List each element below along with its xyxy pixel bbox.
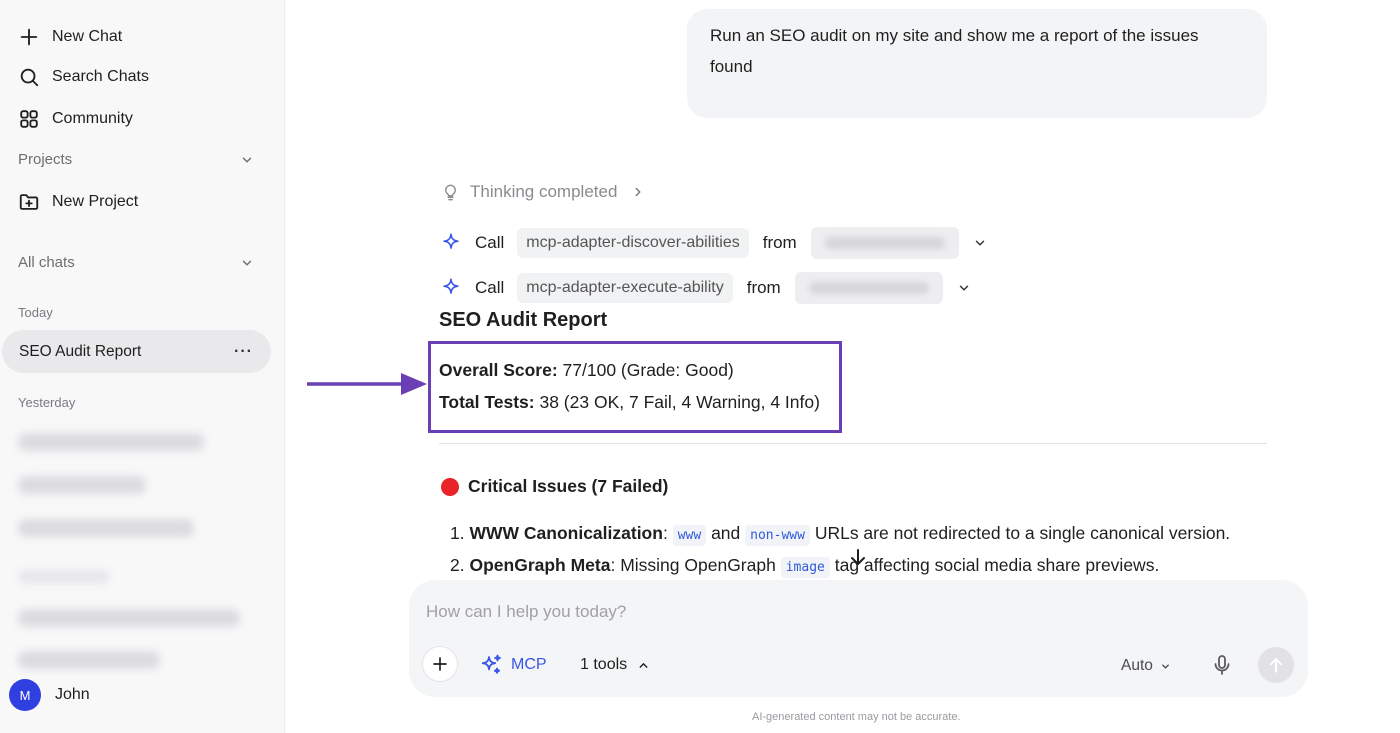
chat-more-button[interactable]: ··· <box>234 343 253 361</box>
user-name: John <box>55 686 90 703</box>
chat-item-active[interactable]: SEO Audit Report ··· <box>2 330 271 373</box>
mcp-label: MCP <box>511 656 547 673</box>
plus-icon <box>20 28 38 46</box>
list-item: 2. OpenGraph Meta: Missing OpenGraph ima… <box>450 555 1160 578</box>
new-chat-button[interactable]: New Chat <box>18 26 122 48</box>
report-title: SEO Audit Report <box>439 309 608 331</box>
call-from-label: from <box>746 278 781 297</box>
redacted-chat-item[interactable] <box>18 433 204 451</box>
sparkle-icon <box>443 278 459 294</box>
folder-plus-icon <box>19 194 39 210</box>
thinking-toggle[interactable]: Thinking completed <box>441 182 645 202</box>
yesterday-group-label: Yesterday <box>18 395 76 410</box>
new-chat-label: New Chat <box>52 28 123 45</box>
tools-dropdown[interactable]: 1 tools <box>580 656 650 674</box>
projects-label: Projects <box>18 151 73 168</box>
disclaimer: AI-generated content may not be accurate… <box>752 711 961 723</box>
redacted-server-chip <box>810 227 959 259</box>
issue-title: OpenGraph Meta <box>469 555 611 575</box>
chat-item-title: SEO Audit Report <box>19 342 142 360</box>
send-button[interactable] <box>1258 647 1294 683</box>
user-profile-button[interactable]: M John <box>9 679 90 711</box>
mcp-button[interactable]: MCP <box>479 653 547 677</box>
arrow-down-icon[interactable] <box>846 546 870 570</box>
message-input[interactable] <box>426 602 1026 622</box>
highlight-box <box>428 341 842 433</box>
tool-call-row[interactable]: Call mcp-adapter-execute-ability from <box>440 272 971 304</box>
new-project-button[interactable]: New Project <box>18 191 138 213</box>
issue-title: WWW Canonicalization <box>469 523 663 543</box>
today-group-label: Today <box>18 305 53 320</box>
sparkle-icon <box>481 654 501 674</box>
issue-text: : Missing OpenGraph <box>610 555 776 575</box>
attach-button[interactable] <box>422 646 458 682</box>
chevron-down-icon[interactable] <box>957 281 971 295</box>
inline-code: image <box>780 557 830 578</box>
mic-icon[interactable] <box>1210 653 1234 677</box>
call-from-label: from <box>762 233 797 252</box>
chevron-down-icon[interactable] <box>973 236 987 250</box>
tool-name-chip: mcp-adapter-discover-abilities <box>517 228 749 258</box>
community-button[interactable]: Community <box>18 108 133 130</box>
plus-icon <box>433 657 447 671</box>
composer: MCP 1 tools Auto <box>409 580 1308 697</box>
all-chats-section-toggle[interactable]: All chats <box>18 254 254 271</box>
list-number: 1. <box>450 523 465 543</box>
tool-call-row[interactable]: Call mcp-adapter-discover-abilities from <box>440 227 987 259</box>
thinking-label: Thinking completed <box>470 182 618 201</box>
critical-issues-label: Critical Issues (7 Failed) <box>468 476 669 496</box>
projects-section-toggle[interactable]: Projects <box>18 151 254 168</box>
chevron-down-icon <box>242 157 252 163</box>
sparkle-icon <box>443 233 459 249</box>
model-label: Auto <box>1121 657 1153 674</box>
issue-text: URLs are not redirected to a single cano… <box>814 523 1231 543</box>
arrow-up-icon <box>1270 658 1282 673</box>
chevron-down-icon <box>1161 663 1169 669</box>
new-project-label: New Project <box>52 193 139 210</box>
chevron-right-icon <box>636 187 642 197</box>
chevron-up-icon <box>639 662 648 668</box>
total-tests-label: Total Tests: <box>439 392 535 412</box>
search-chats-button[interactable]: Search Chats <box>18 66 149 88</box>
list-item: 1. WWW Canonicalization: www and non-www… <box>450 523 1231 546</box>
model-dropdown[interactable]: Auto <box>1121 657 1171 675</box>
tool-name-chip: mcp-adapter-execute-ability <box>517 273 733 303</box>
total-tests-line: Total Tests: 38 (23 OK, 7 Fail, 4 Warnin… <box>439 392 820 413</box>
redacted-chat-item[interactable] <box>18 519 194 537</box>
community-grid-icon <box>20 110 38 128</box>
overall-score-line: Overall Score: 77/100 (Grade: Good) <box>439 360 734 381</box>
sidebar: New Chat Search Chats Community Projects… <box>0 0 285 733</box>
list-number: 2. <box>450 555 465 575</box>
redacted-chat-item[interactable] <box>18 609 240 627</box>
redacted-server-chip <box>794 272 943 304</box>
redacted-chat-item[interactable] <box>18 651 160 669</box>
all-chats-label: All chats <box>18 254 75 271</box>
chevron-down-icon <box>242 260 252 266</box>
red-circle-icon <box>441 477 459 496</box>
community-label: Community <box>52 110 133 127</box>
inline-code: www <box>672 525 707 546</box>
search-icon <box>20 68 39 87</box>
redacted-group-label <box>18 570 110 584</box>
overall-score-value: 77/100 (Grade: Good) <box>562 360 734 380</box>
user-message-bubble: Run an SEO audit on my site and show me … <box>687 9 1267 118</box>
call-verb: Call <box>475 233 505 252</box>
total-tests-value: 38 (23 OK, 7 Fail, 4 Warning, 4 Info) <box>539 392 820 412</box>
issue-text: tag affecting social media share preview… <box>834 555 1160 575</box>
inline-code: non-www <box>745 525 810 546</box>
overall-score-label: Overall Score: <box>439 360 558 380</box>
redacted-chat-item[interactable] <box>18 476 146 494</box>
issue-separator: : <box>662 523 668 543</box>
critical-issues-heading: Critical Issues (7 Failed) <box>441 476 668 497</box>
tools-label: 1 tools <box>580 656 628 673</box>
call-verb: Call <box>475 278 505 297</box>
annotation-arrow-icon <box>307 373 427 395</box>
divider <box>439 443 1267 444</box>
issue-text: and <box>711 523 741 543</box>
search-chats-label: Search Chats <box>52 68 149 85</box>
avatar: M <box>9 679 41 711</box>
lightbulb-icon <box>445 184 456 200</box>
